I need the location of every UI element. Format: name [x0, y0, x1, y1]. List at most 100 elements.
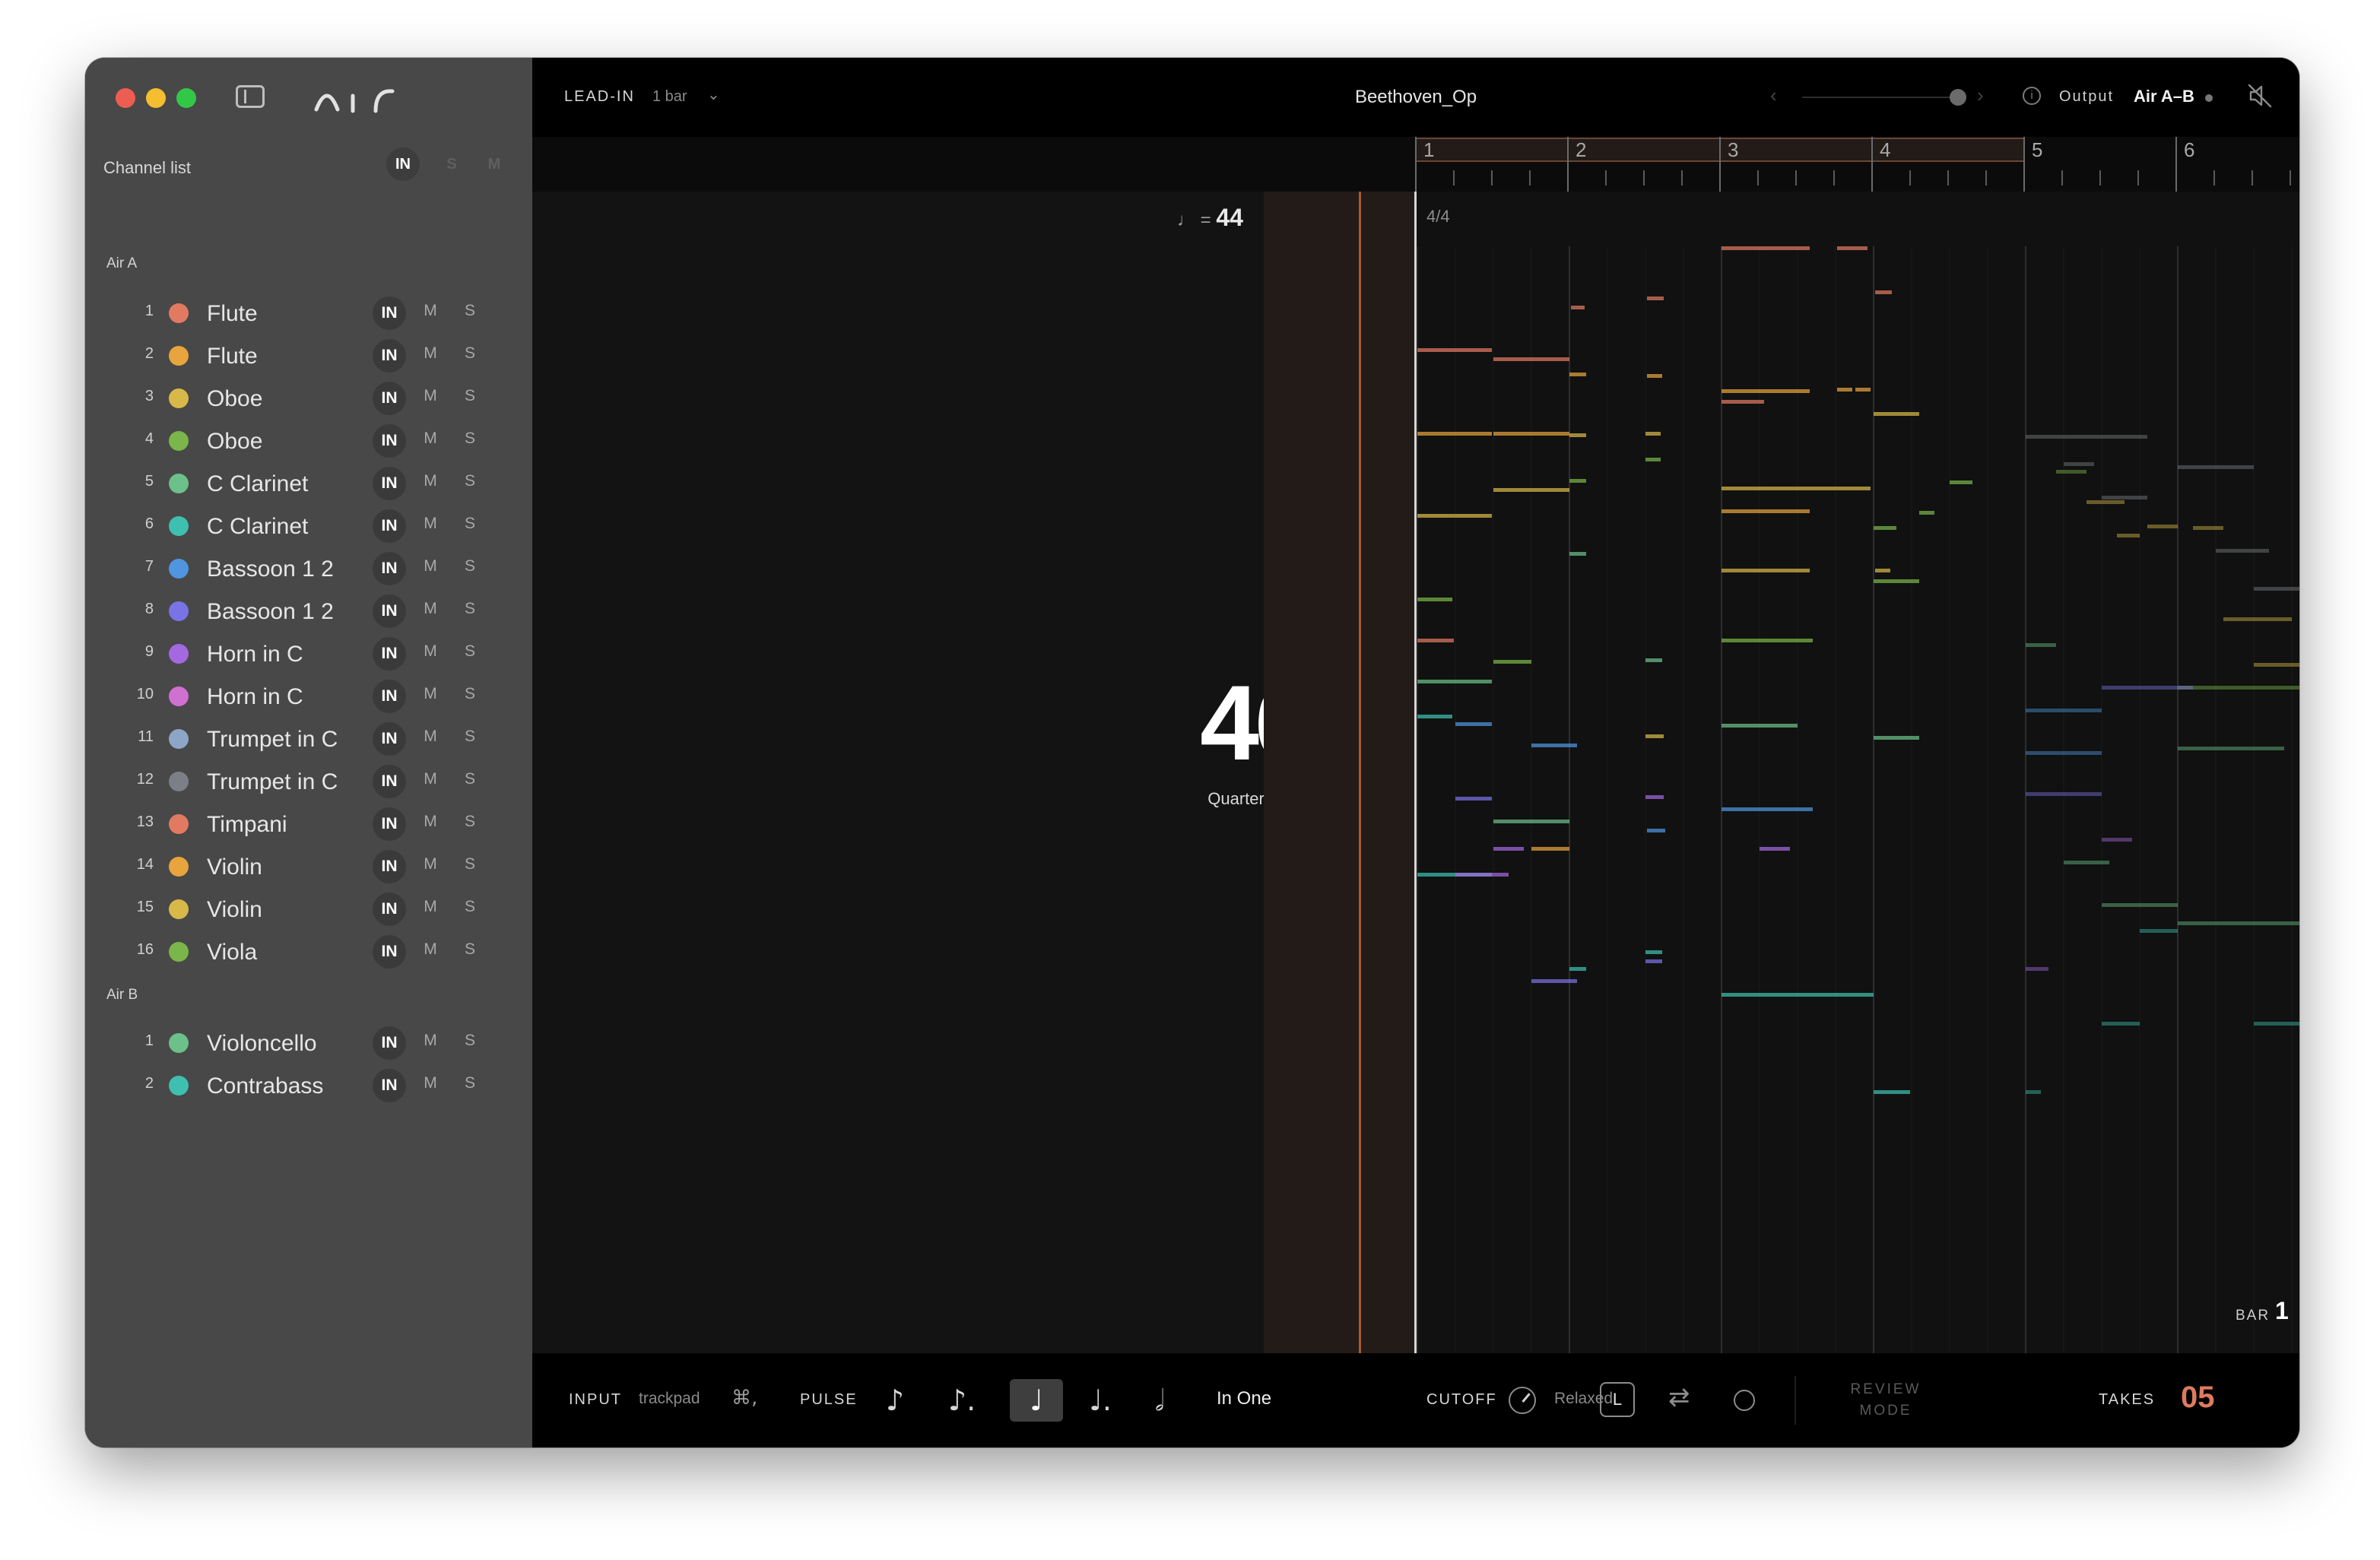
channel-input-button[interactable]: IN	[373, 1026, 406, 1060]
channel-mute-button[interactable]: M	[421, 898, 440, 916]
channel-solo-button[interactable]: S	[461, 430, 479, 448]
channel-row[interactable]: 11 Trumpet in C IN M S	[85, 718, 532, 760]
channel-mute-button[interactable]: M	[421, 642, 440, 661]
channel-row[interactable]: 14 Violin IN M S	[85, 845, 532, 888]
output-selector[interactable]: Air A–B	[2134, 87, 2194, 106]
channel-row[interactable]: 1 Violoncello IN M S	[85, 1022, 532, 1064]
channel-input-button[interactable]: IN	[373, 552, 406, 585]
channel-mute-button[interactable]: M	[421, 1032, 440, 1050]
channel-row[interactable]: 13 Timpani IN M S	[85, 803, 532, 845]
pulse-quarter-button[interactable]: ♩	[1010, 1379, 1063, 1422]
piano-roll[interactable]	[1417, 192, 2299, 1353]
channel-mute-button[interactable]: M	[421, 344, 440, 363]
mute-all-button[interactable]: M	[478, 147, 511, 181]
position-scrubber[interactable]	[1802, 97, 1962, 98]
channel-row[interactable]: 6 C Clarinet IN M S	[85, 505, 532, 547]
pulse-mode[interactable]: In One	[1217, 1388, 1271, 1409]
channel-mute-button[interactable]: M	[421, 813, 440, 831]
channel-input-button[interactable]: IN	[373, 1069, 406, 1102]
channel-input-button[interactable]: IN	[373, 850, 406, 883]
window-minimize-button[interactable]	[146, 88, 166, 108]
next-icon[interactable]: ›	[1977, 84, 1984, 107]
channel-solo-button[interactable]: S	[461, 1074, 479, 1092]
mute-icon[interactable]	[2246, 82, 2274, 109]
channel-mute-button[interactable]: M	[421, 557, 440, 575]
channel-input-button[interactable]: IN	[373, 339, 406, 373]
info-icon[interactable]: i	[2023, 87, 2041, 105]
channel-mute-button[interactable]: M	[421, 728, 440, 746]
review-mode-button[interactable]: REVIEW MODE	[1840, 1379, 1931, 1422]
channel-row[interactable]: 7 Bassoon 1 2 IN M S	[85, 547, 532, 590]
channel-mute-button[interactable]: M	[421, 685, 440, 703]
sidebar-toggle-icon[interactable]	[236, 85, 265, 108]
channel-solo-button[interactable]: S	[461, 940, 479, 959]
channel-solo-button[interactable]: S	[461, 1032, 479, 1050]
channel-solo-button[interactable]: S	[461, 600, 479, 618]
channel-input-button[interactable]: IN	[373, 467, 406, 500]
channel-solo-button[interactable]: S	[461, 898, 479, 916]
playhead[interactable]	[1414, 192, 1417, 1353]
channel-solo-button[interactable]: S	[461, 813, 479, 831]
channel-solo-button[interactable]: S	[461, 515, 479, 533]
window-close-button[interactable]	[116, 88, 135, 108]
channel-mute-button[interactable]: M	[421, 940, 440, 959]
channel-mute-button[interactable]: M	[421, 430, 440, 448]
scrubber-handle[interactable]	[1950, 89, 1966, 106]
channel-solo-button[interactable]: S	[461, 557, 479, 575]
channel-input-button[interactable]: IN	[373, 680, 406, 713]
channel-row[interactable]: 12 Trumpet in C IN M S	[85, 760, 532, 803]
channel-mute-button[interactable]: M	[421, 472, 440, 490]
pulse-dotted-eighth-button[interactable]: ♪.	[935, 1379, 988, 1422]
channel-solo-button[interactable]: S	[461, 387, 479, 405]
channel-mute-button[interactable]: M	[421, 855, 440, 874]
channel-solo-button[interactable]: S	[461, 685, 479, 703]
channel-row[interactable]: 15 Violin IN M S	[85, 888, 532, 931]
channel-input-button[interactable]: IN	[373, 893, 406, 926]
takes-count[interactable]: 05	[2181, 1381, 2215, 1415]
channel-row[interactable]: 3 Oboe IN M S	[85, 377, 532, 420]
prev-icon[interactable]: ‹	[1770, 84, 1777, 107]
record-icon[interactable]	[1734, 1390, 1755, 1411]
channel-solo-button[interactable]: S	[461, 472, 479, 490]
bar-ruler[interactable]: 1 2 3 4 5 6	[532, 137, 2299, 192]
channel-row[interactable]: 9 Horn in C IN M S	[85, 633, 532, 675]
channel-solo-button[interactable]: S	[461, 855, 479, 874]
channel-mute-button[interactable]: M	[421, 302, 440, 320]
channel-mute-button[interactable]: M	[421, 1074, 440, 1092]
solo-all-button[interactable]: S	[435, 147, 468, 181]
channel-solo-button[interactable]: S	[461, 642, 479, 661]
channel-input-button[interactable]: IN	[373, 637, 406, 671]
loop-icon[interactable]: ⇄	[1668, 1382, 1690, 1413]
channel-row[interactable]: 5 C Clarinet IN M S	[85, 462, 532, 505]
channel-solo-button[interactable]: S	[461, 302, 479, 320]
channel-mute-button[interactable]: M	[421, 515, 440, 533]
channel-row[interactable]: 4 Oboe IN M S	[85, 420, 532, 462]
pulse-dotted-quarter-button[interactable]: ♩.	[1074, 1379, 1127, 1422]
pulse-half-button[interactable]: 𝅗𝅥	[1133, 1379, 1186, 1422]
l-button[interactable]: L	[1600, 1382, 1635, 1417]
channel-row[interactable]: 16 Viola IN M S	[85, 931, 532, 973]
channel-input-button[interactable]: IN	[373, 424, 406, 458]
channel-solo-button[interactable]: S	[461, 770, 479, 788]
channel-mute-button[interactable]: M	[421, 600, 440, 618]
channel-row[interactable]: 10 Horn in C IN M S	[85, 675, 532, 718]
channel-mute-button[interactable]: M	[421, 387, 440, 405]
input-all-button[interactable]: IN	[386, 147, 420, 181]
channel-mute-button[interactable]: M	[421, 770, 440, 788]
channel-row[interactable]: 1 Flute IN M S	[85, 292, 532, 335]
channel-input-button[interactable]: IN	[373, 722, 406, 756]
cutoff-knob-icon[interactable]	[1509, 1387, 1536, 1414]
channel-input-button[interactable]: IN	[373, 807, 406, 841]
channel-input-button[interactable]: IN	[373, 296, 406, 330]
channel-solo-button[interactable]: S	[461, 728, 479, 746]
channel-input-button[interactable]: IN	[373, 595, 406, 628]
channel-input-button[interactable]: IN	[373, 382, 406, 415]
window-maximize-button[interactable]	[176, 88, 196, 108]
channel-row[interactable]: 2 Flute IN M S	[85, 335, 532, 377]
channel-solo-button[interactable]: S	[461, 344, 479, 363]
channel-input-button[interactable]: IN	[373, 935, 406, 969]
channel-row[interactable]: 2 Contrabass IN M S	[85, 1064, 532, 1107]
channel-input-button[interactable]: IN	[373, 765, 406, 798]
pulse-eighth-button[interactable]: ♪	[868, 1379, 922, 1422]
input-source[interactable]: trackpad	[639, 1390, 700, 1408]
